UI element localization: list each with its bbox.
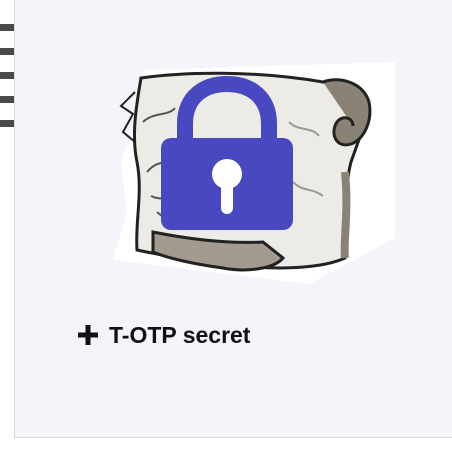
edge-bar (0, 24, 14, 31)
edge-bar (0, 96, 14, 103)
add-secret-action[interactable]: T-OTP secret (77, 318, 250, 352)
add-totp-secret-card[interactable]: T-OTP secret (14, 0, 452, 438)
edge-bar (0, 120, 14, 127)
collapsed-sidebar-edge[interactable] (0, 24, 14, 136)
edge-bar (0, 48, 14, 55)
secret-illustration (113, 62, 395, 284)
edge-bar (0, 72, 14, 79)
page: T-OTP secret (0, 0, 452, 455)
plus-icon (78, 325, 98, 345)
add-secret-label: T-OTP secret (109, 321, 251, 348)
